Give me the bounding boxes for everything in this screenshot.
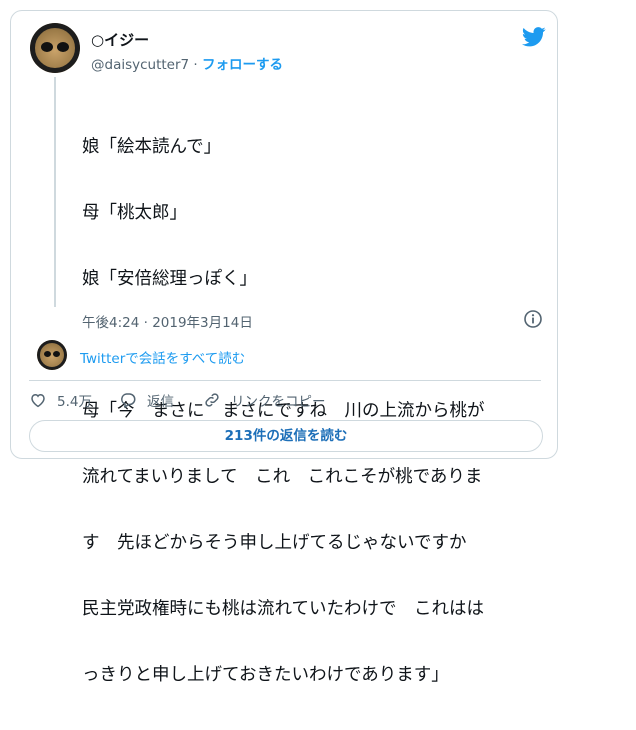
tweet-line: 娘「絵本読んで」 (82, 137, 222, 157)
handle-row: @daisycutter7 · フォローする (91, 53, 283, 73)
separator: · (189, 57, 203, 73)
read-replies-button[interactable]: 213件の返信を読む (29, 420, 543, 452)
info-icon[interactable] (523, 309, 543, 329)
reply-label: 返信 (147, 394, 174, 410)
tweet-line: 娘「安倍総理っぽく」 (82, 269, 257, 289)
tweet-text: 娘「絵本読んで」 母「桃太郎」 娘「安倍総理っぽく」 母「今 まさに まさにです… (82, 92, 552, 730)
tweet-line: っきりと申し上げておきたいわけであります」 (82, 665, 449, 685)
avatar[interactable] (30, 23, 80, 73)
like-count: 5.4万 (57, 394, 92, 410)
divider (29, 380, 541, 381)
timestamp[interactable]: 午後4:24 · 2019年3月14日 (82, 311, 253, 331)
tweet-card: ○イジー @daisycutter7 · フォローする 娘「絵本読んで」 母「桃… (10, 10, 558, 685)
reply-bubble-icon (121, 393, 136, 409)
heart-icon (31, 393, 45, 408)
twitter-bird-icon[interactable] (522, 27, 546, 47)
tweet-line: 母「桃太郎」 (82, 203, 187, 223)
display-name[interactable]: ○イジー (91, 29, 149, 50)
tweet-line: 民主党政権時にも桃は流れていたわけで これはは (82, 599, 484, 619)
user-handle[interactable]: @daisycutter7 (91, 57, 189, 73)
copy-link-button[interactable]: リンクをコピー (203, 390, 326, 410)
like-button[interactable]: 5.4万 (29, 390, 92, 410)
read-conversation-link[interactable]: Twitterで会話をすべて読む (80, 347, 245, 367)
thread-line (54, 77, 56, 307)
tweet-line: 流れてまいりまして これ これこそが桃でありま (82, 467, 483, 487)
copy-link-label: リンクをコピー (231, 394, 326, 410)
reply-button[interactable]: 返信 (119, 390, 174, 410)
link-icon (205, 393, 219, 407)
tweet-line: す 先ほどからそう申し上げてるじゃないですか (82, 533, 467, 553)
avatar-small[interactable] (37, 340, 67, 370)
follow-button[interactable]: フォローする (202, 57, 283, 73)
